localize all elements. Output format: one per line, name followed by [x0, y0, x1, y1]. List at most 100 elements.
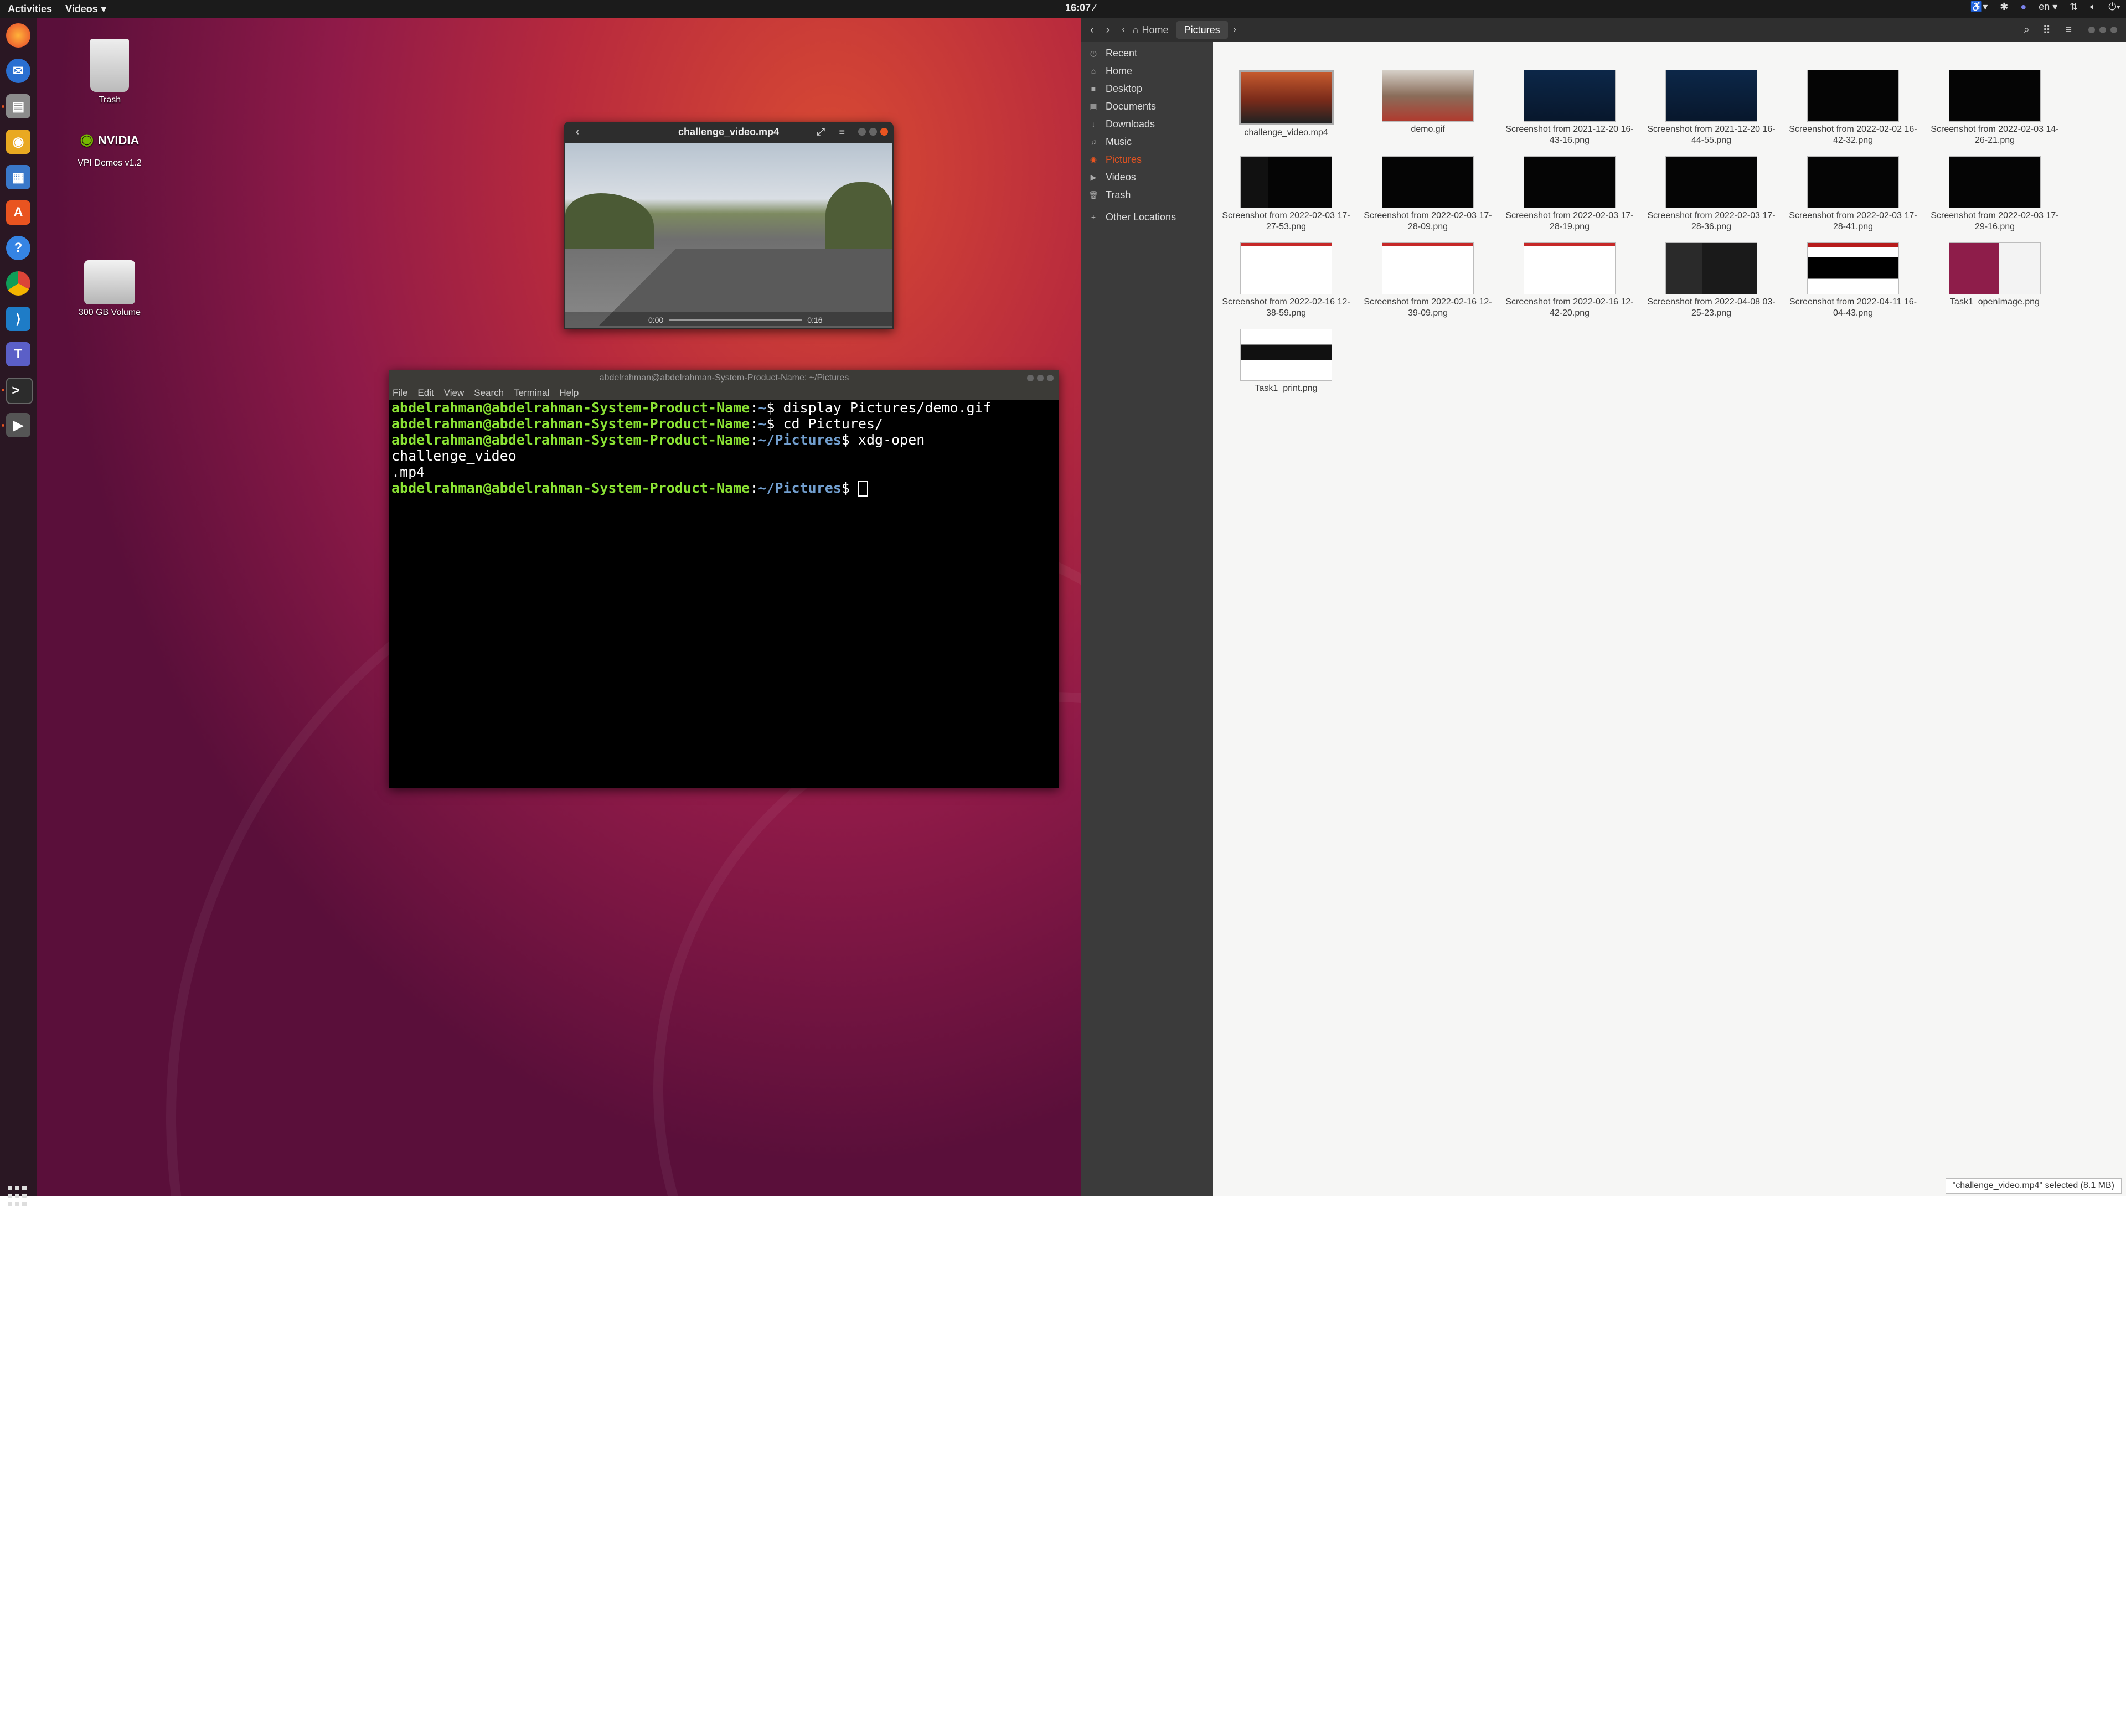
file-item[interactable]: Screenshot from 2021-12-20 16-43-16.png — [1503, 70, 1636, 146]
vscode-icon[interactable]: ⟩ — [6, 307, 30, 331]
video-controls[interactable]: 0:00 0:16 — [565, 312, 892, 328]
file-item[interactable]: Screenshot from 2022-02-03 17-28-36.png — [1645, 156, 1778, 232]
menu-help[interactable]: Help — [559, 388, 579, 399]
seek-bar[interactable] — [669, 319, 802, 321]
chrome-icon[interactable] — [6, 271, 30, 296]
teams-icon[interactable]: ● — [2020, 1, 2026, 13]
file-item[interactable]: challenge_video.mp4 — [1220, 70, 1353, 138]
software-icon[interactable]: A — [6, 200, 30, 225]
minimize-button[interactable] — [2088, 27, 2095, 33]
file-name: Screenshot from 2022-02-03 17-28-19.png — [1505, 211, 1634, 231]
accessibility-icon[interactable]: ♿▾ — [1970, 1, 1988, 13]
breadcrumb-home[interactable]: ⌂ Home — [1125, 21, 1176, 39]
breadcrumb-pictures[interactable]: Pictures — [1176, 21, 1228, 39]
sidebar-item-trash[interactable]: 🗑︎ Trash — [1081, 186, 1213, 204]
file-item[interactable]: Screenshot from 2021-12-20 16-44-55.png — [1645, 70, 1778, 146]
sidebar-item-videos[interactable]: ▶ Videos — [1081, 168, 1213, 186]
back-icon[interactable]: ‹ — [1090, 24, 1094, 37]
power-icon[interactable]: ⏻▾ — [2108, 1, 2120, 13]
file-item[interactable]: Screenshot from 2022-02-16 12-39-09.png — [1361, 242, 1494, 319]
status-bar: "challenge_video.mp4" selected (8.1 MB) — [1945, 1178, 2122, 1194]
file-item[interactable]: Screenshot from 2022-04-11 16-04-43.png — [1787, 242, 1919, 319]
menu-icon[interactable]: ≡ — [2065, 24, 2072, 37]
show-applications-icon[interactable] — [8, 1186, 29, 1207]
app-menu-label: Videos — [65, 3, 98, 14]
activities-button[interactable]: Activities — [8, 3, 52, 15]
folder-icon: ■ — [1091, 84, 1096, 93]
file-item[interactable]: Screenshot from 2022-02-16 12-38-59.png — [1220, 242, 1353, 319]
terminal-titlebar[interactable]: abdelrahman@abdelrahman-System-Product-N… — [389, 370, 1059, 386]
file-item[interactable]: Screenshot from 2022-02-03 17-28-19.png — [1503, 156, 1636, 232]
menu-view[interactable]: View — [444, 388, 465, 399]
back-icon[interactable]: ‹ — [576, 126, 579, 138]
sidebar-item-pictures[interactable]: ◉ Pictures — [1081, 151, 1213, 168]
sidebar-item-other-locations[interactable]: + Other Locations — [1081, 208, 1213, 226]
teams-icon[interactable]: T — [6, 342, 30, 366]
sidebar-item-home[interactable]: ⌂ Home — [1081, 62, 1213, 80]
network-icon[interactable]: ⇅ — [2070, 1, 2078, 13]
videos-icon[interactable]: ▶ — [6, 413, 30, 437]
sidebar-item-documents[interactable]: ▤ Documents — [1081, 97, 1213, 115]
file-thumbnail — [1949, 156, 2041, 208]
menu-icon[interactable]: ≡ — [839, 126, 845, 138]
sidebar-item-downloads[interactable]: ↓ Downloads — [1081, 115, 1213, 133]
desktop-icon-vpi-demos[interactable]: ◉ NVIDIA VPI Demos v1.2 — [65, 122, 154, 168]
desktop-icon-volume[interactable]: 300 GB Volume — [65, 260, 154, 318]
close-button[interactable] — [2110, 27, 2117, 33]
minimize-button[interactable] — [858, 128, 866, 136]
menu-terminal[interactable]: Terminal — [514, 388, 549, 399]
file-item[interactable]: Task1_print.png — [1220, 329, 1353, 394]
sidebar-item-label: Other Locations — [1106, 211, 1176, 223]
video-player-window: ‹ challenge_video.mp4 ⤢ ≡ 0:00 0:16 — [564, 122, 894, 329]
breadcrumb-pictures-label: Pictures — [1184, 24, 1220, 35]
firefox-icon[interactable] — [6, 23, 30, 48]
file-item[interactable]: Screenshot from 2022-02-03 17-29-16.png — [1928, 156, 2061, 232]
help-icon[interactable]: ? — [6, 236, 30, 260]
language-indicator[interactable]: en ▾ — [2039, 1, 2057, 13]
search-icon[interactable]: ⌕ — [2024, 24, 2030, 37]
view-toggle-icon[interactable]: ⠿ — [2042, 23, 2051, 37]
maximize-button[interactable] — [1037, 375, 1044, 381]
desktop-icon-trash[interactable]: Trash — [65, 39, 154, 105]
forward-icon[interactable]: › — [1106, 24, 1110, 37]
file-thumbnail — [1239, 70, 1334, 125]
fullscreen-icon[interactable]: ⤢ — [817, 126, 825, 138]
prompt-user: abdelrahman@abdelrahman-System-Product-N… — [391, 432, 750, 448]
close-button[interactable] — [880, 128, 888, 136]
file-item[interactable]: Screenshot from 2022-02-03 17-28-09.png — [1361, 156, 1494, 232]
video-frame[interactable]: 0:00 0:16 — [565, 143, 892, 328]
maximize-button[interactable] — [869, 128, 877, 136]
file-item[interactable]: Screenshot from 2022-02-03 17-27-53.png — [1220, 156, 1353, 232]
close-button[interactable] — [1047, 375, 1054, 381]
file-item[interactable]: Screenshot from 2022-04-08 03-25-23.png — [1645, 242, 1778, 319]
terminal-icon[interactable]: >_ — [6, 378, 33, 404]
file-item[interactable]: Screenshot from 2022-02-02 16-42-32.png — [1787, 70, 1919, 146]
thunderbird-icon[interactable]: ✉ — [6, 59, 30, 83]
volume-icon[interactable]: 🔈︎ — [2090, 1, 2096, 13]
minimize-button[interactable] — [1027, 375, 1034, 381]
clock[interactable]: 16:07 ⁄ — [1065, 2, 1095, 14]
menu-search[interactable]: Search — [474, 388, 504, 399]
app-menu[interactable]: Videos ▾ — [65, 3, 106, 15]
file-item[interactable]: demo.gif — [1361, 70, 1494, 135]
menu-file[interactable]: File — [393, 388, 407, 399]
rhythmbox-icon[interactable]: ◉ — [6, 130, 30, 154]
menu-edit[interactable]: Edit — [417, 388, 434, 399]
file-item[interactable]: Screenshot from 2022-02-03 17-28-41.png — [1787, 156, 1919, 232]
file-item[interactable]: Screenshot from 2022-02-03 14-26-21.png — [1928, 70, 2061, 146]
sidebar-item-desktop[interactable]: ■ Desktop — [1081, 80, 1213, 97]
file-name: Screenshot from 2021-12-20 16-43-16.png — [1505, 125, 1634, 145]
sidebar-item-recent[interactable]: ◷ Recent — [1081, 44, 1213, 62]
writer-icon[interactable]: ▦ — [6, 165, 30, 189]
files-icon[interactable]: ▤ — [6, 94, 30, 118]
terminal-output[interactable]: abdelrahman@abdelrahman-System-Product-N… — [389, 400, 1059, 497]
maximize-button[interactable] — [2099, 27, 2106, 33]
settings-icon[interactable]: ✱ — [2000, 1, 2008, 13]
sidebar-item-label: Downloads — [1106, 118, 1155, 130]
terminal-line: abdelrahman@abdelrahman-System-Product-N… — [391, 400, 992, 416]
sidebar-item-music[interactable]: ♫ Music — [1081, 133, 1213, 151]
file-item[interactable]: Screenshot from 2022-02-16 12-42-20.png — [1503, 242, 1636, 319]
dock: ✉ ▤ ◉ ▦ A ? ⟩ T >_ ▶ — [0, 18, 37, 1206]
path-right-icon[interactable]: › — [1234, 25, 1236, 35]
file-item[interactable]: Task1_openImage.png — [1928, 242, 2061, 308]
